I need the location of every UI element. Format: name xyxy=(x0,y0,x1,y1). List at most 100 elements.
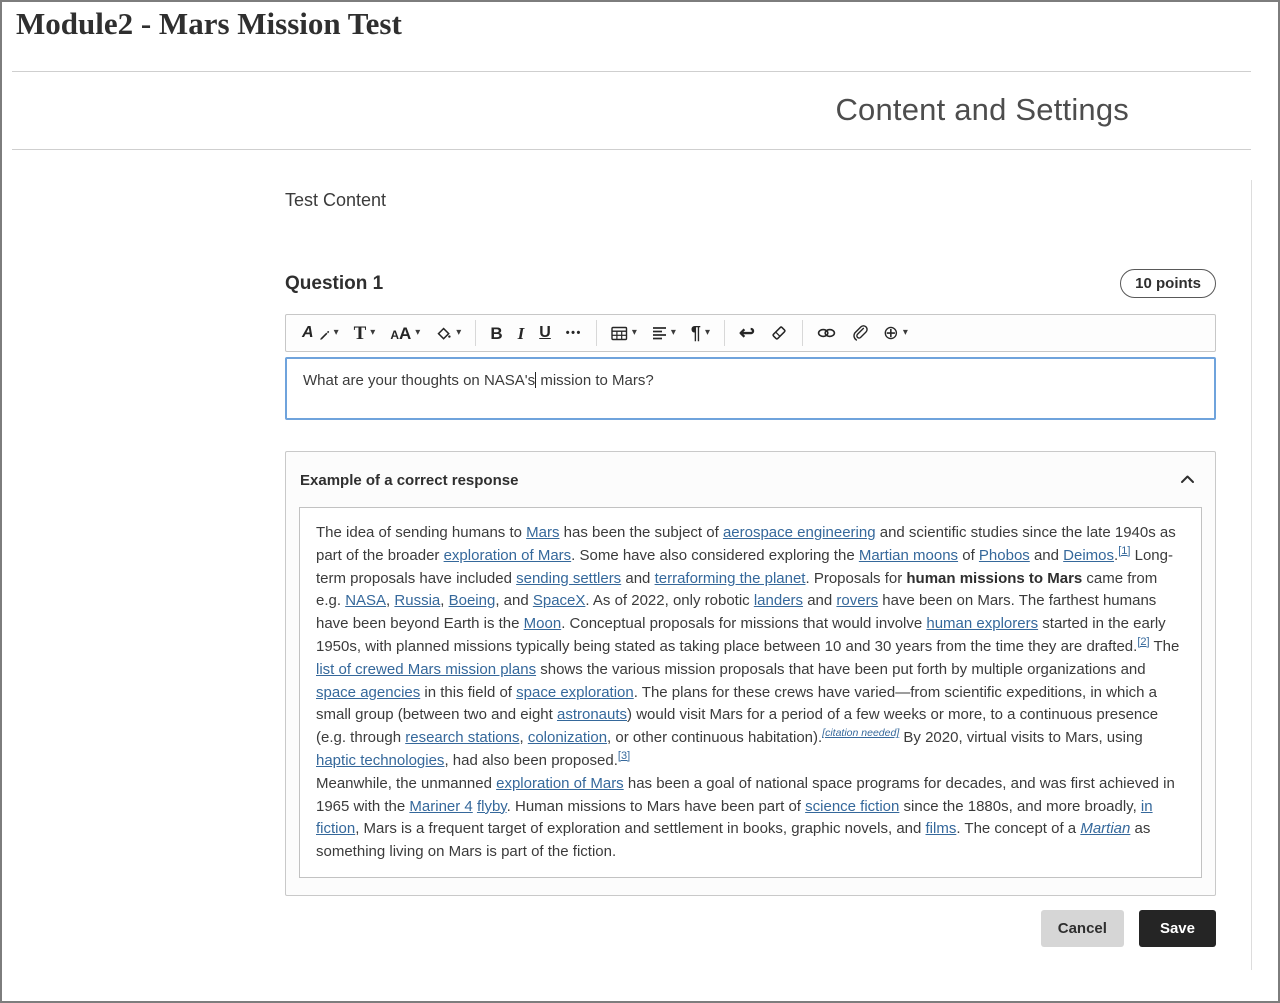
save-button[interactable]: Save xyxy=(1139,910,1216,947)
main-content: Test Content Question 1 10 points A ▾ T … xyxy=(285,190,1216,947)
content-link[interactable]: human explorers xyxy=(926,615,1038,632)
cancel-button[interactable]: Cancel xyxy=(1041,910,1124,947)
more-options-button[interactable]: ••• xyxy=(559,318,589,348)
body-text: . Conceptual proposals for missions that… xyxy=(561,615,926,632)
content-link[interactable]: Boeing xyxy=(449,592,496,609)
bold-icon: B xyxy=(490,325,502,342)
align-button[interactable]: ▾ xyxy=(645,318,683,348)
content-link[interactable]: Mariner 4 xyxy=(409,798,472,815)
content-link[interactable]: SpaceX xyxy=(533,592,586,609)
bold-button[interactable]: B xyxy=(483,318,509,348)
section-title: Content and Settings xyxy=(835,92,1129,128)
body-text: since the 1880s, and more broadly, xyxy=(899,798,1141,815)
fill-color-button[interactable]: ▾ xyxy=(428,318,468,348)
undo-icon: ↩ xyxy=(739,324,755,343)
chevron-up-icon xyxy=(1179,472,1196,486)
table-button[interactable]: ▾ xyxy=(604,318,644,348)
example-response-title: Example of a correct response xyxy=(300,472,518,489)
citation-needed[interactable]: [citation needed] xyxy=(822,727,899,739)
attach-button[interactable] xyxy=(844,318,875,348)
eraser-button[interactable] xyxy=(763,318,795,348)
question-text-editor[interactable]: What are your thoughts on NASA's mission… xyxy=(285,357,1216,420)
content-link[interactable]: space agencies xyxy=(316,684,420,701)
attach-icon xyxy=(851,325,868,342)
content-link[interactable]: films xyxy=(926,820,957,837)
caret-down-icon: ▾ xyxy=(903,328,908,338)
font-size-icon: AA xyxy=(390,325,411,342)
content-link[interactable]: flyby xyxy=(477,798,507,815)
font-family-button[interactable]: T ▾ xyxy=(347,318,383,348)
caret-down-icon: ▾ xyxy=(456,328,461,338)
table-icon xyxy=(611,326,628,341)
body-text: , xyxy=(519,729,527,746)
body-text: . Proposals for xyxy=(805,570,906,587)
content-link[interactable]: rovers xyxy=(836,592,878,609)
content-link[interactable]: sending settlers xyxy=(516,570,621,587)
body-text: and xyxy=(1030,547,1063,564)
eraser-icon xyxy=(770,325,788,341)
content-link[interactable]: terraforming the planet xyxy=(655,570,806,587)
content-link[interactable]: Russia xyxy=(394,592,440,609)
undo-button[interactable]: ↩ xyxy=(732,318,762,348)
caret-down-icon: ▾ xyxy=(370,328,375,338)
body-text: , xyxy=(440,592,448,609)
align-icon xyxy=(652,326,667,340)
citation-ref[interactable]: [2] xyxy=(1137,636,1149,648)
content-link[interactable]: haptic technologies xyxy=(316,752,444,769)
question-title: Question 1 xyxy=(285,273,383,295)
content-link[interactable]: exploration of Mars xyxy=(496,775,624,792)
citation-ref[interactable]: [3] xyxy=(618,750,630,762)
insert-content-button[interactable]: ⊕ ▾ xyxy=(876,318,915,348)
content-link[interactable]: colonization xyxy=(528,729,607,746)
content-link[interactable]: astronauts xyxy=(557,706,627,723)
body-text: , had also been proposed. xyxy=(444,752,617,769)
content-link[interactable]: NASA xyxy=(345,592,386,609)
paragraph-button[interactable]: ¶ ▾ xyxy=(684,318,717,348)
content-link[interactable]: Deimos xyxy=(1063,547,1114,564)
content-link[interactable]: science fiction xyxy=(805,798,899,815)
body-text: , Mars is a frequent target of explorati… xyxy=(355,820,925,837)
link-button[interactable] xyxy=(810,318,843,348)
content-link[interactable]: list of crewed Mars mission plans xyxy=(316,661,536,678)
toolbar-divider xyxy=(724,320,725,346)
fill-color-icon xyxy=(435,325,452,342)
content-link[interactable]: Martian xyxy=(1080,820,1130,837)
caret-down-icon: ▾ xyxy=(705,328,710,338)
italic-icon: I xyxy=(518,325,525,342)
font-size-button[interactable]: AA ▾ xyxy=(383,318,427,348)
content-link[interactable]: landers xyxy=(754,592,803,609)
divider xyxy=(12,71,1251,72)
content-link[interactable]: Martian moons xyxy=(859,547,958,564)
caret-down-icon: ▾ xyxy=(632,328,637,338)
collapse-panel-button[interactable] xyxy=(1173,468,1202,493)
content-link[interactable]: research stations xyxy=(405,729,519,746)
content-link[interactable]: aerospace engineering xyxy=(723,524,876,541)
test-content-label: Test Content xyxy=(285,190,1216,211)
text-color-icon: A xyxy=(302,325,320,341)
panel-right-edge xyxy=(1251,180,1252,970)
pencil-icon xyxy=(319,330,330,341)
editor-toolbar: A ▾ T ▾ AA ▾ ▾ B I U ••• xyxy=(285,314,1216,352)
body-text: shows the various mission proposals that… xyxy=(536,661,1146,678)
example-paragraph: The idea of sending humans to Mars has b… xyxy=(316,522,1185,773)
italic-button[interactable]: I xyxy=(511,318,532,348)
body-text: Meanwhile, the unmanned xyxy=(316,775,496,792)
points-badge[interactable]: 10 points xyxy=(1120,269,1216,298)
text-color-button[interactable]: A ▾ xyxy=(295,318,346,348)
toolbar-divider xyxy=(475,320,476,346)
body-text: . Human missions to Mars have been part … xyxy=(507,798,805,815)
content-link[interactable]: Mars xyxy=(526,524,559,541)
citation-ref[interactable]: [1] xyxy=(1118,545,1130,557)
body-text: and xyxy=(803,592,836,609)
underline-button[interactable]: U xyxy=(532,318,558,348)
question-text-before-cursor: What are your thoughts on NASA's xyxy=(303,372,535,389)
content-link[interactable]: Phobos xyxy=(979,547,1030,564)
body-text: of xyxy=(958,547,979,564)
example-response-body[interactable]: The idea of sending humans to Mars has b… xyxy=(299,507,1202,878)
content-link[interactable]: Moon xyxy=(524,615,562,632)
content-link[interactable]: exploration of Mars xyxy=(444,547,572,564)
content-link[interactable]: space exploration xyxy=(516,684,634,701)
link-icon xyxy=(817,325,836,341)
body-text: . The concept of a xyxy=(956,820,1080,837)
body-text: in this field of xyxy=(420,684,516,701)
